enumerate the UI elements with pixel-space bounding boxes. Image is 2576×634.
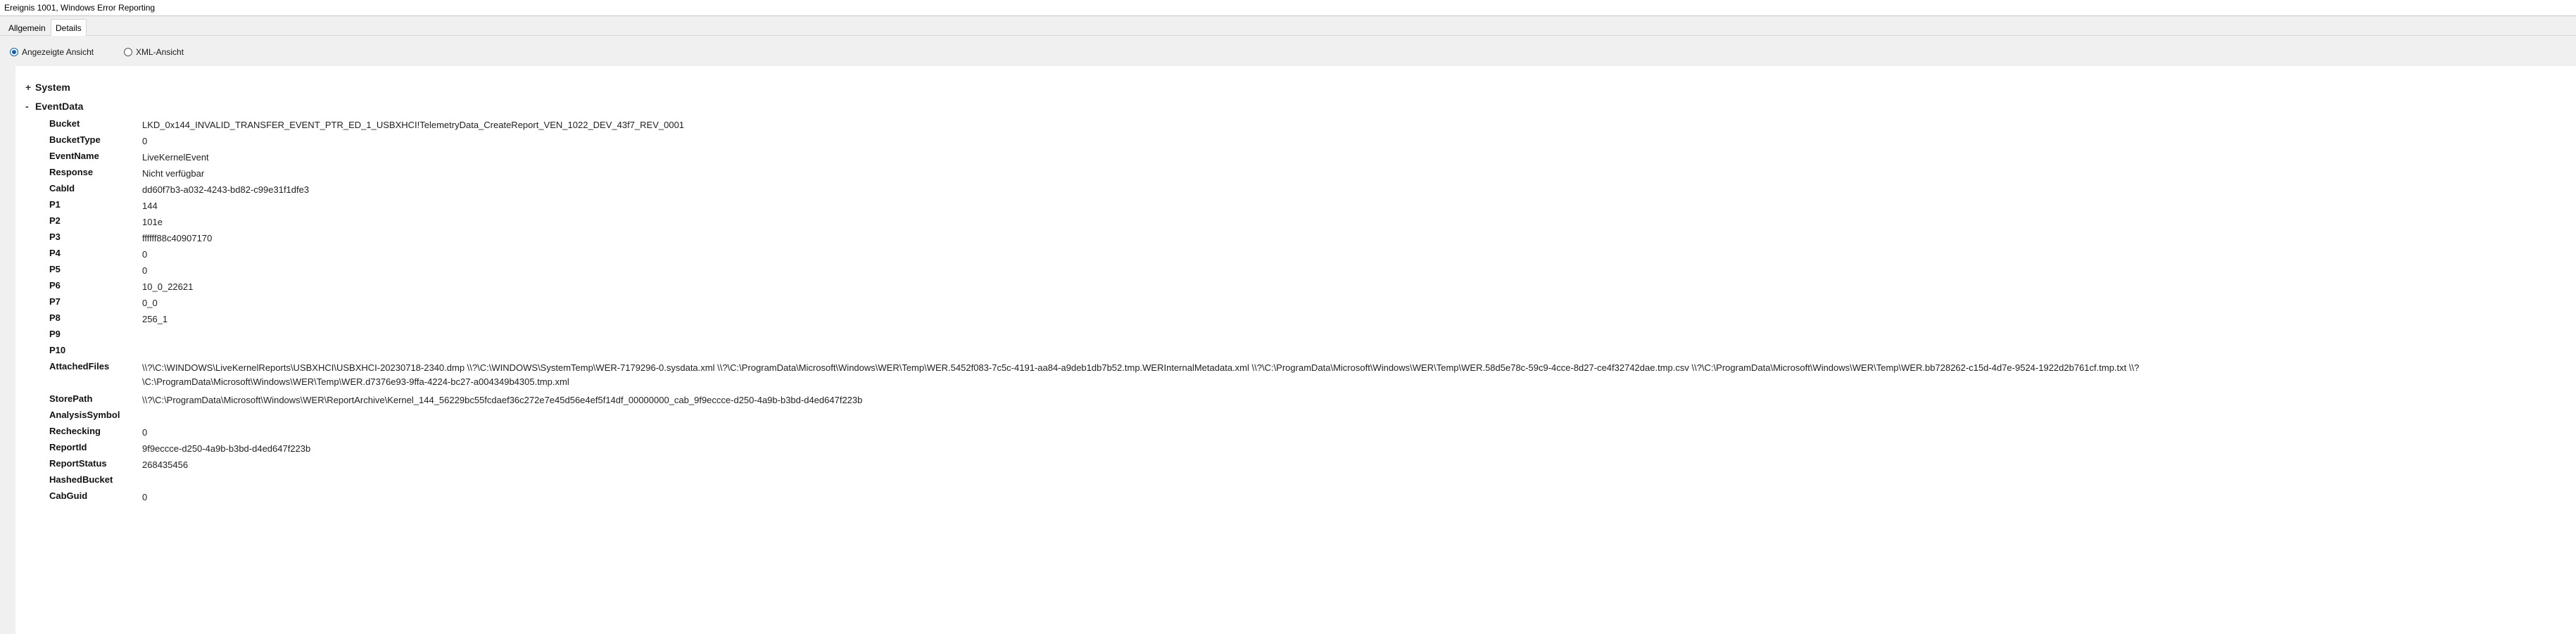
radio-friendly-view-label: Angezeigte Ansicht bbox=[22, 47, 94, 57]
eventdata-value: LiveKernelEvent bbox=[142, 152, 209, 163]
eventdata-key: P5 bbox=[49, 264, 61, 274]
title-bar: Ereignis 1001, Windows Error Reporting bbox=[0, 0, 2576, 16]
eventdata-value: 9f9eccce-d250-4a9b-b3bd-d4ed647f223b bbox=[142, 443, 311, 454]
eventdata-value: dd60f7b3-a032-4243-bd82-c99e31f1dfe3 bbox=[142, 184, 310, 195]
radio-selected-icon[interactable] bbox=[10, 48, 18, 56]
tab-strip: Allgemein Details bbox=[0, 16, 2576, 36]
eventdata-value: ffffff88c40907170 bbox=[142, 233, 213, 243]
radio-xml-view[interactable]: XML-Ansicht bbox=[124, 46, 184, 58]
eventdata-key: CabId bbox=[49, 183, 75, 194]
eventdata-key: P2 bbox=[49, 215, 61, 226]
eventdata-key: P9 bbox=[49, 329, 61, 339]
eventdata-key: P4 bbox=[49, 248, 61, 258]
eventdata-value: 0 bbox=[142, 492, 148, 502]
eventdata-value: 0 bbox=[142, 265, 148, 276]
eventdata-key: P10 bbox=[49, 345, 66, 355]
eventdata-value: 0 bbox=[142, 249, 148, 260]
eventdata-key: EventName bbox=[49, 151, 99, 161]
eventdata-key: BucketType bbox=[49, 134, 101, 145]
eventdata-value: 256_1 bbox=[142, 314, 168, 324]
eventdata-value: 0 bbox=[142, 427, 148, 438]
radio-friendly-view[interactable]: Angezeigte Ansicht bbox=[10, 46, 94, 58]
radio-xml-view-label: XML-Ansicht bbox=[136, 47, 184, 57]
eventdata-value: 10_0_22621 bbox=[142, 281, 194, 292]
eventdata-key: P3 bbox=[49, 232, 61, 242]
eventdata-value: 0_0 bbox=[142, 298, 158, 308]
eventdata-key: AttachedFiles bbox=[49, 361, 110, 372]
tree-node-system-label: System bbox=[35, 82, 70, 93]
eventdata-key: CabGuid bbox=[49, 490, 88, 501]
eventdata-key: Response bbox=[49, 167, 94, 177]
eventdata-key: Rechecking bbox=[49, 426, 101, 436]
eventdata-key: P6 bbox=[49, 280, 61, 291]
eventdata-key: AnalysisSymbol bbox=[49, 410, 120, 420]
eventdata-key: ReportId bbox=[49, 442, 87, 452]
eventdata-value: \\?\C:\WINDOWS\LiveKernelReports\USBXHCI… bbox=[142, 361, 2139, 389]
tab-allgemein[interactable]: Allgemein bbox=[4, 20, 50, 35]
tree-node-system[interactable]: + System bbox=[25, 82, 70, 93]
expand-icon[interactable]: + bbox=[25, 82, 35, 93]
eventdata-key: Bucket bbox=[49, 118, 80, 129]
tree-node-eventdata-label: EventData bbox=[35, 101, 84, 112]
eventdata-key: P1 bbox=[49, 199, 61, 210]
details-pane[interactable]: + System - EventData Bucket LKD_0x144_IN… bbox=[15, 66, 2576, 634]
eventdata-key: StorePath bbox=[49, 393, 93, 404]
attached-files-line-1: \\?\C:\WINDOWS\LiveKernelReports\USBXHCI… bbox=[142, 362, 2140, 373]
eventdata-value: LKD_0x144_INVALID_TRANSFER_EVENT_PTR_ED_… bbox=[142, 120, 685, 130]
eventdata-value: Nicht verfügbar bbox=[142, 168, 205, 179]
eventdata-key: P8 bbox=[49, 312, 61, 323]
eventdata-value: 144 bbox=[142, 201, 158, 211]
attached-files-line-2: \C:\ProgramData\Microsoft\Windows\WER\Te… bbox=[142, 376, 569, 387]
eventdata-value: 268435456 bbox=[142, 459, 189, 470]
eventdata-key: HashedBucket bbox=[49, 474, 113, 485]
eventdata-key: ReportStatus bbox=[49, 458, 107, 469]
view-options: Angezeigte Ansicht XML-Ansicht bbox=[0, 37, 2576, 66]
eventdata-value: 101e bbox=[142, 217, 163, 227]
window-title: Ereignis 1001, Windows Error Reporting bbox=[4, 3, 156, 13]
eventdata-value: 0 bbox=[142, 136, 148, 146]
eventdata-key: P7 bbox=[49, 296, 61, 307]
tree-node-eventdata[interactable]: - EventData bbox=[25, 101, 83, 112]
radio-unselected-icon[interactable] bbox=[124, 48, 132, 56]
eventdata-value: \\?\C:\ProgramData\Microsoft\Windows\WER… bbox=[142, 395, 863, 405]
collapse-icon[interactable]: - bbox=[25, 101, 35, 112]
tab-details[interactable]: Details bbox=[51, 19, 87, 36]
